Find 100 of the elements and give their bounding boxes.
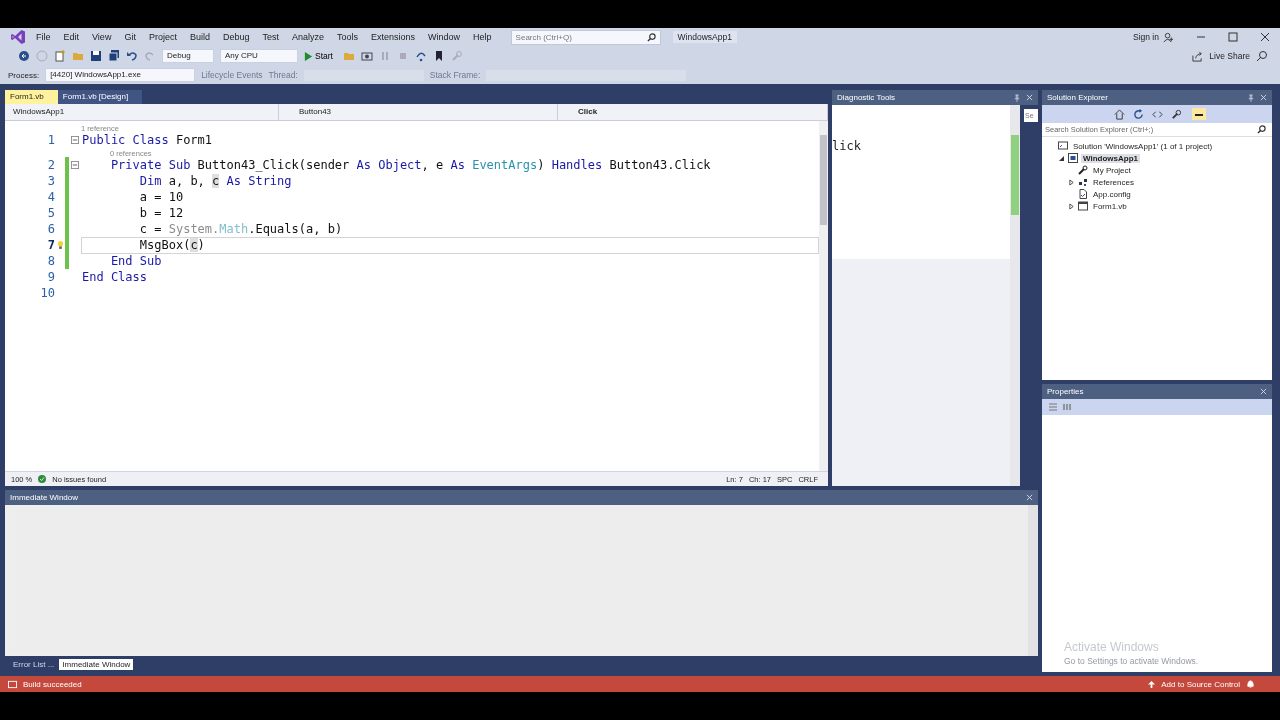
expand-arrow-icon[interactable] xyxy=(1069,178,1074,186)
home-icon[interactable] xyxy=(1114,108,1125,120)
platform-dropdown[interactable]: Any CPU xyxy=(220,49,298,63)
line-number: 10 xyxy=(39,286,55,300)
project-dropdown[interactable]: WindowsApp1 xyxy=(5,104,279,120)
line-number: 1 xyxy=(46,133,55,147)
object-dropdown[interactable]: Button43 xyxy=(279,104,558,120)
stack-frame-label: Stack Frame: xyxy=(429,70,481,80)
line-number: 6 xyxy=(46,222,55,236)
activation-title: Activate Windows xyxy=(1064,640,1160,654)
code-line: Private Sub Button43_Click(sender As Object, e As EventArgs) Handles Button43.Click xyxy=(109,156,712,174)
search-field[interactable]: Search (Ctrl+Q) xyxy=(510,29,661,45)
menu-item[interactable]: Test xyxy=(262,32,279,42)
camera-icon[interactable] xyxy=(360,50,373,62)
document-tab[interactable]: Form1.vb xyxy=(5,90,58,104)
line-number: 9 xyxy=(46,270,55,284)
vertical-scrollbar[interactable] xyxy=(1010,105,1020,486)
line-number: 5 xyxy=(46,206,55,220)
solution-name: WindowsApp1 xyxy=(672,31,737,43)
person-icon[interactable] xyxy=(1163,31,1174,43)
output-icon xyxy=(8,679,17,689)
menu-item[interactable]: Edit xyxy=(63,32,80,42)
preview-icon[interactable] xyxy=(1192,108,1206,120)
process-dropdown[interactable]: [4420] WindowsApp1.exe xyxy=(45,68,196,82)
tool-tab[interactable]: Error List ... xyxy=(10,658,58,670)
back-icon[interactable] xyxy=(18,50,30,62)
tool-tab[interactable]: Immediate Window xyxy=(59,658,134,670)
activation-subtitle: Go to Settings to activate Windows. xyxy=(1064,656,1200,666)
menu-item[interactable]: Help xyxy=(473,32,492,42)
thread-label: Thread: xyxy=(268,70,298,80)
code-line: End Sub xyxy=(109,252,163,270)
references-icon xyxy=(1078,177,1088,187)
tree-item[interactable]: References xyxy=(1091,177,1136,187)
undo-icon[interactable] xyxy=(126,50,138,62)
step-over-icon[interactable] xyxy=(414,50,427,62)
start-button[interactable]: Start xyxy=(315,51,337,61)
line-number: 7 xyxy=(46,238,55,252)
sign-in-link[interactable]: Sign in xyxy=(1133,32,1159,42)
code-line: Public Class Form1 xyxy=(81,131,214,149)
collapse-icon[interactable] xyxy=(71,161,79,169)
tree-item[interactable]: App.config xyxy=(1091,189,1133,199)
panel-title: Immediate Window xyxy=(10,493,79,502)
save-all-icon[interactable] xyxy=(108,50,120,62)
search-icon xyxy=(646,32,656,42)
play-icon[interactable] xyxy=(304,51,313,61)
panel-title: Diagnostic Tools xyxy=(837,93,896,102)
tree-item[interactable]: My Project xyxy=(1091,165,1133,175)
panel-title: Properties xyxy=(1047,387,1084,396)
expand-arrow-icon[interactable] xyxy=(1069,202,1074,210)
configuration-dropdown[interactable]: Debug xyxy=(162,49,214,63)
process-label: Process: xyxy=(8,70,40,80)
status-message: Build succeeded xyxy=(23,679,82,689)
new-item-icon[interactable] xyxy=(54,50,66,62)
check-icon xyxy=(38,475,47,483)
vertical-scrollbar[interactable] xyxy=(1028,505,1038,656)
config-file-icon xyxy=(1078,189,1088,199)
refresh-icon[interactable] xyxy=(1133,108,1144,120)
document-tab[interactable]: Form1.vb [Design] xyxy=(57,90,143,104)
collapse-icon[interactable] xyxy=(71,136,79,144)
up-arrow-icon xyxy=(1148,680,1156,688)
menu-item[interactable]: Project xyxy=(148,32,177,42)
solution-icon xyxy=(1058,141,1068,151)
menu-item[interactable]: Analyze xyxy=(292,32,324,42)
line-number: 4 xyxy=(46,190,55,204)
line-number: 3 xyxy=(46,174,55,188)
source-control-button[interactable]: Add to Source Control xyxy=(1161,679,1240,689)
project-icon xyxy=(1068,153,1078,163)
tree-item[interactable]: Form1.vb xyxy=(1091,201,1129,211)
code-line: c = System.Math.Equals(a, b) xyxy=(138,220,344,238)
pin-icon[interactable] xyxy=(1014,93,1020,102)
bell-icon[interactable] xyxy=(1246,679,1255,689)
menu-item[interactable]: Build xyxy=(189,32,210,42)
menu-item[interactable]: Git xyxy=(124,32,136,42)
panel-title: Solution Explorer xyxy=(1047,93,1108,102)
tree-item[interactable]: Solution 'WindowsApp1' (1 of 1 project) xyxy=(1071,141,1215,151)
share-icon[interactable] xyxy=(1192,50,1204,62)
tree-item[interactable]: WindowsApp1 xyxy=(1081,153,1141,163)
member-dropdown[interactable]: Click xyxy=(558,104,828,120)
menu-item[interactable]: Tools xyxy=(337,32,359,42)
code-line: End Class xyxy=(81,268,149,286)
code-fragment: lick xyxy=(832,139,861,153)
menu-item[interactable]: Window xyxy=(428,32,461,42)
menu-item[interactable]: View xyxy=(92,32,112,42)
lifecycle-events-label: Lifecycle Events xyxy=(201,70,263,80)
live-share-button[interactable]: Live Share xyxy=(1209,51,1250,61)
menu-item[interactable]: Extensions xyxy=(371,32,416,42)
lightbulb-icon[interactable] xyxy=(56,240,64,250)
close-icon[interactable] xyxy=(1260,32,1270,42)
vertical-scrollbar[interactable] xyxy=(819,121,828,471)
menu-item[interactable]: Debug xyxy=(222,32,250,42)
menu-item[interactable]: File xyxy=(36,32,51,42)
code-line: Dim a, b, c As String xyxy=(138,172,293,190)
search-icon xyxy=(1257,125,1266,134)
code-line: b = 12 xyxy=(138,204,185,222)
pin-icon[interactable] xyxy=(1248,93,1254,102)
save-icon[interactable] xyxy=(90,50,102,62)
maximize-icon[interactable] xyxy=(1228,32,1238,42)
line-number: 2 xyxy=(46,158,55,172)
collapse-arrow-icon[interactable] xyxy=(1059,155,1064,161)
visual-studio-logo-icon xyxy=(10,29,26,45)
